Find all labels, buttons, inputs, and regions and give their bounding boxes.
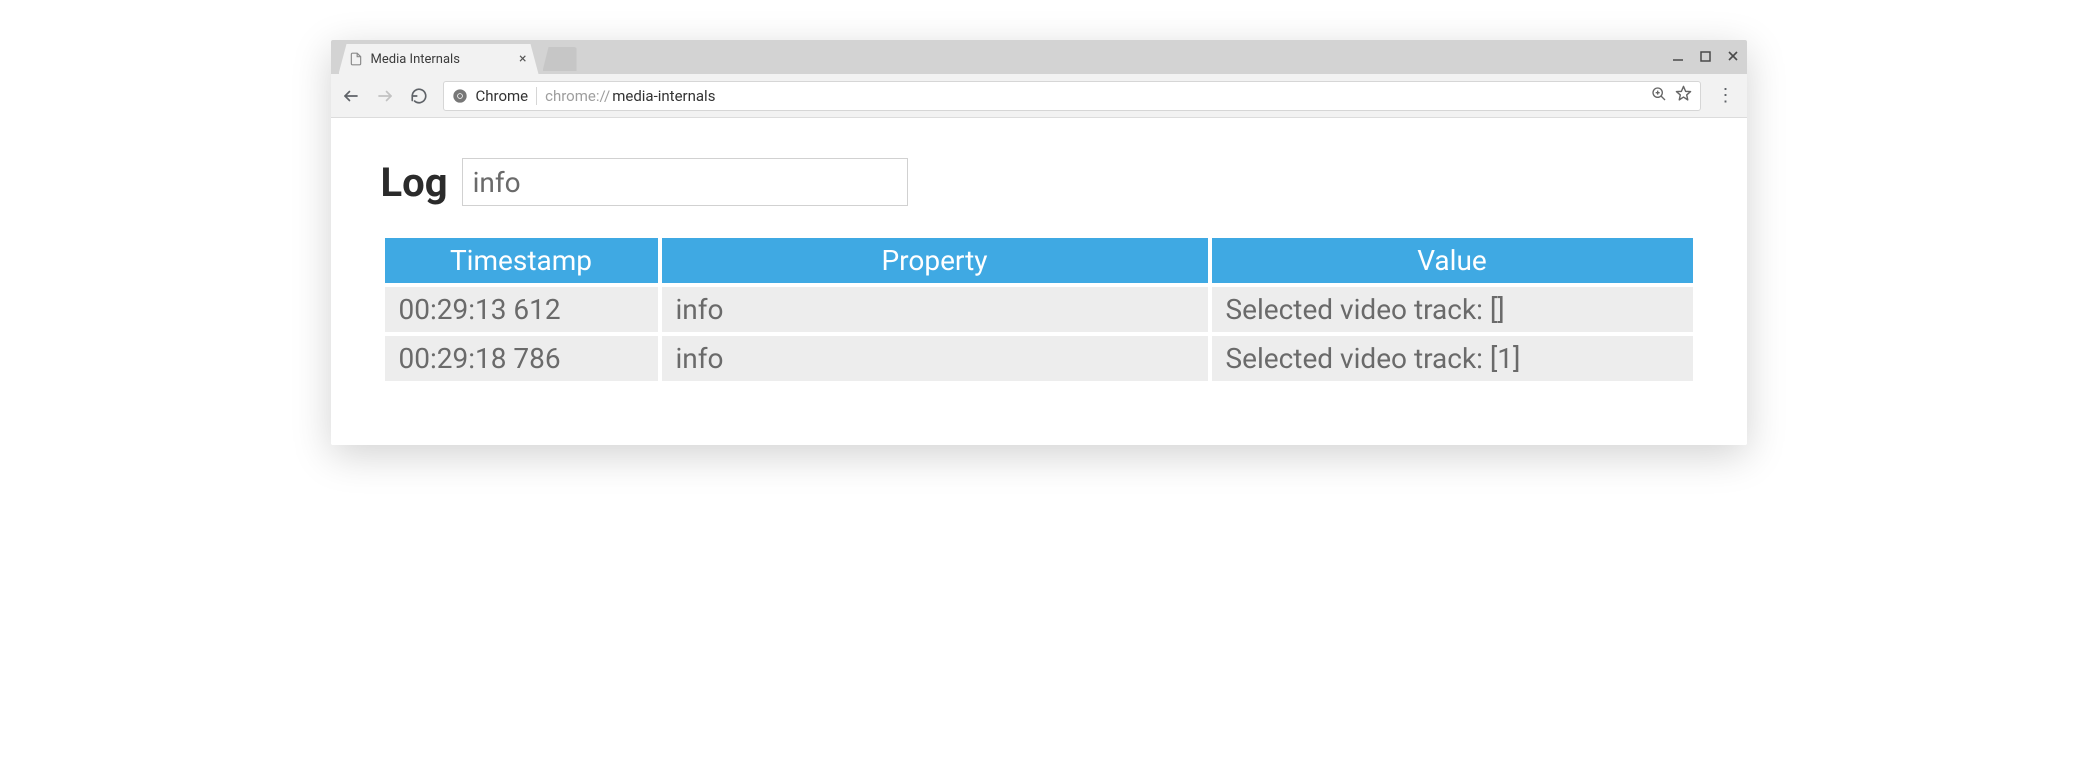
forward-button[interactable]: [375, 86, 395, 106]
log-table: Timestamp Property Value 00:29:13 612 in…: [381, 234, 1697, 385]
table-row: 00:29:13 612 info Selected video track: …: [385, 287, 1693, 332]
tab-strip: Media Internals ×: [331, 40, 1747, 74]
page-title: Log: [381, 159, 448, 206]
table-row: 00:29:18 786 info Selected video track: …: [385, 336, 1693, 381]
back-button[interactable]: [341, 86, 361, 106]
log-header: Log: [381, 158, 1697, 206]
page-content: Log Timestamp Property Value 00:29:13 61…: [331, 118, 1747, 445]
cell-property: info: [662, 287, 1208, 332]
omnibox-divider: [536, 87, 537, 105]
browser-tab[interactable]: Media Internals ×: [339, 44, 539, 74]
window-controls: [1672, 40, 1739, 74]
col-header-value[interactable]: Value: [1212, 238, 1693, 283]
reload-button[interactable]: [409, 86, 429, 106]
zoom-icon[interactable]: [1651, 86, 1667, 106]
cell-value: Selected video track: []: [1212, 287, 1693, 332]
cell-property: info: [662, 336, 1208, 381]
table-header-row: Timestamp Property Value: [385, 238, 1693, 283]
menu-icon[interactable]: ⋮: [1715, 85, 1737, 106]
close-window-button[interactable]: [1727, 50, 1739, 64]
minimize-button[interactable]: [1672, 50, 1684, 64]
url-source-label: Chrome: [476, 87, 529, 105]
col-header-property[interactable]: Property: [662, 238, 1208, 283]
browser-toolbar: Chrome chrome:// media-internals ⋮: [331, 74, 1747, 118]
chrome-icon: [452, 88, 468, 104]
cell-timestamp: 00:29:13 612: [385, 287, 658, 332]
col-header-timestamp[interactable]: Timestamp: [385, 238, 658, 283]
url-path: media-internals: [612, 87, 715, 105]
cell-value: Selected video track: [1]: [1212, 336, 1693, 381]
tab-title: Media Internals: [371, 52, 510, 67]
address-bar[interactable]: Chrome chrome:// media-internals: [443, 81, 1701, 111]
bookmark-star-icon[interactable]: [1675, 85, 1692, 106]
close-icon[interactable]: ×: [517, 51, 528, 67]
browser-window: Media Internals ×: [331, 40, 1747, 445]
new-tab-button[interactable]: [543, 47, 577, 71]
page-icon: [349, 52, 363, 66]
cell-timestamp: 00:29:18 786: [385, 336, 658, 381]
log-filter-input[interactable]: [462, 158, 908, 206]
url-scheme: chrome://: [545, 87, 610, 105]
maximize-button[interactable]: [1700, 50, 1711, 64]
